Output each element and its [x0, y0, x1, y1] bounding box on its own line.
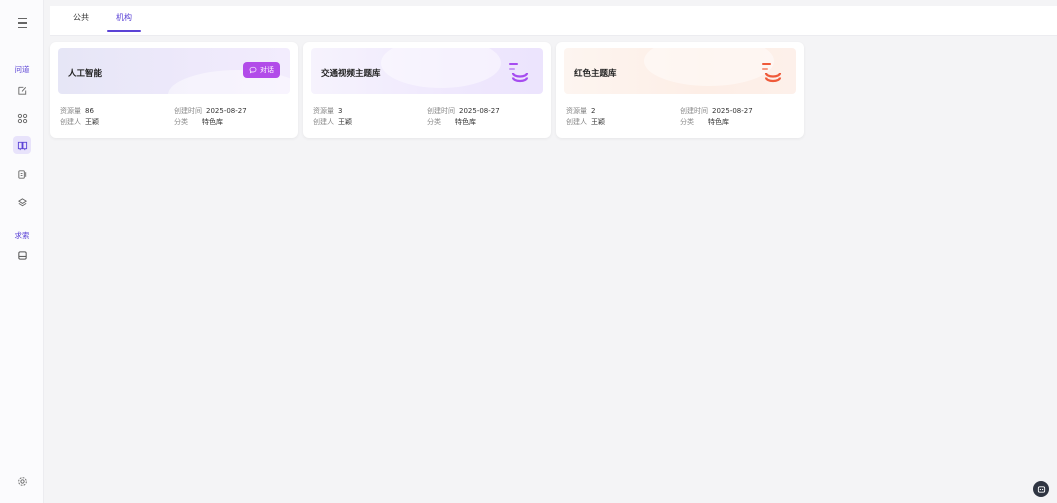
sidebar: 问道 求索 [0, 0, 44, 503]
tab-bar: 公共 机构 [50, 6, 1057, 36]
assistant-button[interactable] [1033, 481, 1049, 497]
library-card-red-theme[interactable]: 红色主题库 资源量 2 创建人 王颖 创建时间 2025-08-27 分类 特色库 [556, 42, 804, 138]
resource-count: 资源量 3 [313, 107, 343, 115]
creator: 创建人 王颖 [313, 118, 352, 126]
resource-count: 资源量 2 [566, 107, 596, 115]
settings-icon[interactable] [13, 472, 31, 490]
chat-button-label: 对话 [260, 66, 274, 74]
layers-icon[interactable] [13, 193, 31, 211]
menu-icon[interactable] [14, 15, 30, 31]
tab-public[interactable]: 公共 [73, 12, 89, 32]
created-time: 创建时间 2025-08-27 [680, 107, 753, 115]
card-banner: 人工智能 对话 [58, 48, 290, 94]
category: 分类 特色库 [174, 118, 223, 126]
creator: 创建人 王颖 [566, 118, 605, 126]
edit-icon[interactable] [13, 81, 31, 99]
database-icon [762, 63, 782, 83]
book-icon[interactable] [13, 136, 31, 154]
created-time: 创建时间 2025-08-27 [427, 107, 500, 115]
creator: 创建人 王颖 [60, 118, 99, 126]
database-icon [509, 63, 529, 83]
category: 分类 特色库 [680, 118, 729, 126]
document-icon[interactable] [13, 165, 31, 183]
card-banner: 交通视频主题库 [311, 48, 543, 94]
tab-institution[interactable]: 机构 [107, 12, 141, 32]
card-title: 人工智能 [68, 69, 103, 79]
chat-button[interactable]: 对话 [243, 62, 280, 78]
card-title: 交通视频主题库 [321, 69, 381, 79]
resource-count: 资源量 86 [60, 107, 94, 115]
card-title: 红色主题库 [574, 69, 617, 79]
sidebar-section-wendao: 问道 [14, 65, 30, 74]
chat-bubble-icon [249, 66, 257, 74]
sidebar-section-qiusuo: 求索 [14, 231, 30, 240]
created-time: 创建时间 2025-08-27 [174, 107, 247, 115]
category: 分类 特色库 [427, 118, 476, 126]
grid-icon[interactable] [13, 109, 31, 127]
archive-icon[interactable] [13, 246, 31, 264]
library-card-ai[interactable]: 人工智能 对话 资源量 86 创建人 王颖 创建时间 2025-08-27 分类 特色库 [50, 42, 298, 138]
assistant-icon [1037, 485, 1045, 493]
library-card-traffic-video[interactable]: 交通视频主题库 资源量 3 创建人 王颖 创建时间 2025-08-27 分类 特色库 [303, 42, 551, 138]
card-banner: 红色主题库 [564, 48, 796, 94]
